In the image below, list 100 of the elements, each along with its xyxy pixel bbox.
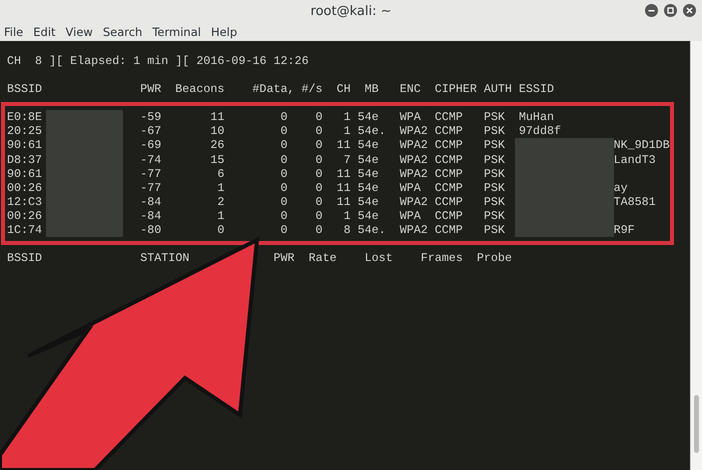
- table-cell-text: 54e: [356, 180, 380, 195]
- column-header: #Data, #/s: [251, 82, 323, 96]
- table-cell: -80: [140, 223, 162, 238]
- table-cell-text: 11: [336, 166, 351, 181]
- table-cell: R9F: [614, 223, 635, 238]
- table-cell-text: 54e: [356, 208, 380, 224]
- table-cell: NK_9D1DB: [614, 138, 670, 153]
- column-header: Probe: [476, 251, 513, 266]
- table-cell-text: WPA2: [398, 223, 428, 238]
- column-header: PWR: [140, 82, 162, 96]
- table-cell-text: 2: [216, 194, 224, 209]
- table-cell-text: 0: [279, 138, 288, 153]
- table-cell-text: 0: [279, 194, 288, 209]
- status-line: CH 8 ][ Elapsed: 1 min ][ 2016-09-16 12:26: [7, 54, 309, 68]
- column-header: BSSID: [7, 251, 44, 266]
- table-cell-text: PSK: [482, 110, 506, 124]
- maximize-icon[interactable]: [664, 4, 677, 17]
- table-cell-text: WPA2: [398, 138, 428, 153]
- table-cell-text: 8: [342, 223, 351, 238]
- table-cell-text: CCMP: [434, 180, 464, 195]
- table-cell-text: CCMP: [434, 124, 464, 138]
- column-header: BSSID: [7, 82, 44, 96]
- table-cell-text: 0: [279, 166, 288, 181]
- table-cell-text: 0: [279, 208, 288, 224]
- table-cell-text: 15: [209, 152, 224, 167]
- table-cell-text: 11: [336, 180, 351, 195]
- table-cell-text: WPA2: [398, 152, 428, 167]
- table-cell: LandT3: [614, 152, 656, 167]
- table-cell-text: PSK: [482, 223, 506, 238]
- table-cell-text: CCMP: [434, 110, 464, 124]
- table-cell-text: 54e.: [356, 223, 387, 238]
- table-cell-text: CCMP: [434, 223, 464, 238]
- table-cell-text: CCMP: [434, 138, 464, 153]
- table-cell: D8:37: [7, 152, 42, 167]
- table-cell-text: WPA: [398, 180, 422, 195]
- window-title: root@kali: ~: [310, 4, 392, 18]
- menu-item[interactable]: Help: [210, 24, 238, 38]
- table-cell-text: 0: [279, 110, 288, 124]
- table-cell-text: WPA2: [398, 124, 428, 138]
- column-header: CIPHER: [434, 82, 477, 96]
- table-cell-text: WPA: [398, 110, 422, 124]
- table-cell-text: 54e: [356, 110, 380, 124]
- table-cell: -59: [140, 110, 162, 124]
- table-cell-text: PSK: [482, 124, 506, 138]
- menu-item[interactable]: View: [66, 24, 93, 38]
- table-cell-text: WPA: [398, 208, 422, 224]
- table-cell-text: 11: [209, 110, 224, 124]
- column-header: STATION: [140, 251, 190, 266]
- table-cell-text: 0: [216, 223, 224, 238]
- table-cell-text: 0: [279, 180, 288, 195]
- table-cell-text: 54e: [356, 138, 380, 153]
- table-cell-text: CCMP: [434, 208, 464, 224]
- column-header: CH: [336, 82, 351, 96]
- table-cell-text: 0: [314, 223, 323, 238]
- table-cell-text: PSK: [482, 152, 506, 167]
- table-cell: -67: [140, 124, 162, 138]
- table-cell-text: 0: [279, 152, 288, 167]
- column-header: Rate: [308, 251, 338, 266]
- table-cell-text: 0: [314, 138, 323, 153]
- table-cell-text: 54e.: [356, 124, 387, 138]
- table-cell: 90:61: [7, 166, 42, 181]
- table-cell: TA8581: [614, 194, 656, 209]
- table-cell: 00:26: [7, 180, 42, 195]
- table-cell-text: 0: [279, 124, 288, 138]
- column-header: Lost: [364, 251, 394, 266]
- table-cell-text: WPA2: [398, 194, 428, 209]
- table-cell: -84: [140, 208, 162, 224]
- table-cell-text: 1: [342, 110, 351, 124]
- column-header: ENC: [398, 82, 422, 96]
- table-cell-text: 0: [314, 166, 323, 181]
- minimize-icon[interactable]: [645, 4, 658, 17]
- table-cell-text: 6: [216, 166, 224, 181]
- column-header: PWR: [274, 251, 296, 266]
- table-cell-text: PSK: [482, 208, 506, 224]
- menu-item[interactable]: Search: [102, 24, 142, 38]
- close-icon[interactable]: [683, 4, 696, 17]
- table-cell: 97dd8f: [518, 124, 561, 138]
- table-cell-text: 11: [336, 138, 351, 153]
- table-cell-text: PSK: [482, 180, 506, 195]
- table-cell-text: 0: [314, 180, 323, 195]
- menu-item[interactable]: Terminal: [152, 24, 201, 38]
- table-cell-text: 1: [342, 208, 351, 224]
- table-cell-text: 7: [342, 152, 351, 167]
- table-cell-text: 0: [314, 110, 323, 124]
- table-cell-text: 26: [209, 138, 224, 153]
- table-cell-text: 10: [209, 124, 224, 138]
- table-cell: -74: [140, 152, 162, 167]
- column-header: Frames: [420, 251, 464, 266]
- menu-item[interactable]: File: [4, 24, 24, 38]
- menu-item[interactable]: Edit: [33, 24, 56, 38]
- table-cell-text: 54e: [356, 152, 380, 167]
- scrollbar[interactable]: [690, 41, 702, 470]
- table-cell-text: PSK: [482, 166, 506, 181]
- table-cell-text: 0: [314, 124, 323, 138]
- table-cell-text: 0: [279, 223, 288, 238]
- table-cell-text: PSK: [482, 138, 506, 153]
- table-cell-text: 0: [314, 208, 323, 224]
- table-cell: MuHan: [518, 110, 554, 124]
- table-cell-text: 1: [342, 124, 351, 138]
- table-cell: -84: [140, 194, 162, 209]
